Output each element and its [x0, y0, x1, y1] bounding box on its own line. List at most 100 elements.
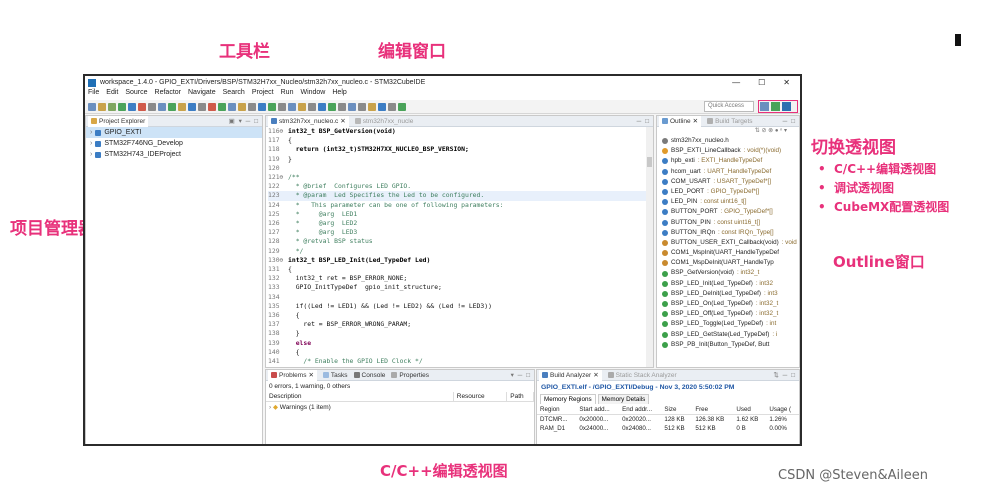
project-item[interactable]: › GPIO_EXTI: [86, 127, 262, 138]
outline-item[interactable]: BUTTON_USER_EXTI_Callback(void): void: [657, 238, 799, 248]
code-line[interactable]: 140 {: [268, 348, 653, 357]
project-item[interactable]: › STM32H743_IDEProject: [86, 149, 262, 160]
outline-item[interactable]: BUTTON_PORT: GPIO_TypeDef*[]: [657, 207, 799, 217]
tab-memory-regions[interactable]: Memory Regions: [540, 394, 596, 404]
outline-item[interactable]: hpb_exti: EXTI_HandleTypeDef: [657, 156, 799, 166]
outline-item[interactable]: stm32h7xx_nucleo.h: [657, 136, 799, 146]
code-line[interactable]: 117 {: [268, 136, 653, 145]
code-line[interactable]: 138 }: [268, 329, 653, 338]
cubemx-perspective-icon[interactable]: [782, 102, 791, 111]
column-header[interactable]: Description: [266, 392, 454, 402]
code-line[interactable]: 131 {: [268, 265, 653, 274]
column-header[interactable]: Start add...: [576, 405, 620, 415]
tab-properties[interactable]: Properties: [391, 372, 429, 379]
view-controls[interactable]: ▣ ▾ ─ □: [229, 117, 262, 125]
toolbar-button-icon[interactable]: [128, 102, 136, 111]
code-line[interactable]: 125 * @arg LED1: [268, 210, 653, 219]
toolbar-button-icon[interactable]: [308, 102, 316, 111]
toolbar-button-icon[interactable]: [268, 102, 276, 111]
toolbar-button-icon[interactable]: [238, 102, 246, 111]
outline-item[interactable]: LED_PIN: const uint16_t[]: [657, 197, 799, 207]
column-header[interactable]: Path: [506, 392, 534, 402]
menu-help[interactable]: Help: [332, 89, 346, 100]
toolbar-button-icon[interactable]: [218, 102, 226, 111]
editor-scrollbar[interactable]: [646, 127, 653, 367]
toolbar-button-icon[interactable]: [348, 102, 356, 111]
toolbar-button-icon[interactable]: [288, 102, 296, 111]
build-view-controls[interactable]: ⇅ ─ □: [773, 371, 799, 379]
toolbar-button-icon[interactable]: [248, 102, 256, 111]
outline-item[interactable]: BSP_EXTI_LineCallback: void(*)(void): [657, 146, 799, 156]
cpp-perspective-icon[interactable]: [760, 102, 769, 111]
outline-item[interactable]: COM_USART: USART_TypeDef*[]: [657, 177, 799, 187]
code-line[interactable]: 116⊖ int32_t BSP_GetVersion(void): [268, 127, 653, 136]
code-line[interactable]: 118 return (int32_t)STM32H7XX_NUCLEO_BSP…: [268, 145, 653, 154]
toolbar-button-icon[interactable]: [398, 102, 406, 111]
project-item[interactable]: › STM32F746NG_Develop: [86, 138, 262, 149]
minimize-button[interactable]: —: [732, 78, 740, 87]
toolbar-button-icon[interactable]: [188, 102, 196, 111]
outline-item[interactable]: hcom_uart: UART_HandleTypeDef: [657, 167, 799, 177]
code-line[interactable]: 132 int32_t ret = BSP_ERROR_NONE;: [268, 274, 653, 283]
code-line[interactable]: 123 * @param Led Specifies the Led to be…: [268, 191, 653, 201]
outline-item[interactable]: BSP_LED_Init(Led_TypeDef): int32: [657, 279, 799, 289]
toolbar-button-icon[interactable]: [208, 102, 216, 111]
menu-source[interactable]: Source: [125, 89, 147, 100]
column-header[interactable]: End addr...: [619, 405, 662, 415]
problems-view-controls[interactable]: ▾ ─ □: [511, 371, 534, 379]
tab-project-explorer[interactable]: Project Explorer: [88, 116, 149, 127]
tab-console[interactable]: Console: [353, 372, 385, 379]
table-row[interactable]: › ◆ Warnings (1 item): [266, 402, 534, 413]
toolbar-button-icon[interactable]: [108, 102, 116, 111]
table-row[interactable]: DTCMR... 0x20000... 0x20020... 128 KB 126.38…: [537, 415, 799, 425]
tab-static-stack-analyzer[interactable]: Static Stack Analyzer: [607, 372, 677, 379]
toolbar-button-icon[interactable]: [158, 102, 166, 111]
column-header[interactable]: Size: [661, 405, 693, 415]
column-header[interactable]: Free: [692, 405, 734, 415]
debug-perspective-icon[interactable]: [771, 102, 780, 111]
menu-project[interactable]: Project: [252, 89, 274, 100]
toolbar-button-icon[interactable]: [98, 102, 106, 111]
column-header[interactable]: Usage (: [766, 405, 799, 415]
code-line[interactable]: 119}: [268, 155, 653, 164]
toolbar-button-icon[interactable]: [148, 102, 156, 111]
code-line[interactable]: 127 * @arg LED3: [268, 228, 653, 237]
code-line[interactable]: 139 else: [268, 339, 653, 348]
menu-navigate[interactable]: Navigate: [188, 89, 216, 100]
toolbar-button-icon[interactable]: [138, 102, 146, 111]
toolbar-button-icon[interactable]: [258, 102, 266, 111]
outline-view-controls[interactable]: ─ □: [783, 118, 799, 125]
outline-item[interactable]: COM1_MspDeInit(UART_HandleTyp: [657, 258, 799, 268]
menu-refactor[interactable]: Refactor: [155, 89, 181, 100]
toolbar-button-icon[interactable]: [178, 102, 186, 111]
code-line[interactable]: 136 {: [268, 311, 653, 320]
outline-item[interactable]: BUTTON_IRQn: const IRQn_Type[]: [657, 228, 799, 238]
toolbar-button-icon[interactable]: [318, 102, 326, 111]
scrollbar-thumb[interactable]: [647, 157, 652, 167]
menu-file[interactable]: File: [88, 89, 99, 100]
toolbar-button-icon[interactable]: [118, 102, 126, 111]
tab-tasks[interactable]: Tasks: [322, 372, 348, 379]
menu-edit[interactable]: Edit: [106, 89, 118, 100]
toolbar-button-icon[interactable]: [168, 102, 176, 111]
tab-build-analyzer[interactable]: Build Analyzer ✕: [539, 370, 602, 381]
outline-item[interactable]: BSP_LED_Off(Led_TypeDef): int32_t: [657, 309, 799, 319]
outline-item[interactable]: BSP_GetVersion(void): int32_t: [657, 268, 799, 278]
toolbar-button-icon[interactable]: [198, 102, 206, 111]
outline-toolbar[interactable]: ⇅ ⊘ ⊗ ● ⁿ ▾: [657, 127, 799, 136]
outline-item[interactable]: BSP_LED_DeInit(Led_TypeDef): int3: [657, 289, 799, 299]
quick-access-input[interactable]: Quick Access: [704, 101, 754, 112]
toolbar-button-icon[interactable]: [88, 102, 96, 111]
outline-item[interactable]: COM1_MspInit(UART_HandleTypeDef: [657, 248, 799, 258]
code-line[interactable]: 122 * @brief Configures LED GPIO.: [268, 182, 653, 191]
toolbar-button-icon[interactable]: [358, 102, 366, 111]
outline-item[interactable]: BSP_LED_GetState(Led_TypeDef): i: [657, 330, 799, 340]
toolbar-button-icon[interactable]: [298, 102, 306, 111]
column-header[interactable]: Resource: [453, 392, 508, 402]
column-header[interactable]: Region: [537, 405, 577, 415]
tab-memory-details[interactable]: Memory Details: [597, 394, 650, 404]
code-line[interactable]: 128 * @retval BSP status: [268, 237, 653, 246]
code-area[interactable]: 116⊖ int32_t BSP_GetVersion(void) 117 {118 …: [266, 127, 653, 366]
table-row[interactable]: RAM_D1 0x24000... 0x24080... 512 KB 512 KB 0 …: [537, 424, 799, 433]
outline-item[interactable]: BSP_LED_On(Led_TypeDef): int32_t: [657, 299, 799, 309]
